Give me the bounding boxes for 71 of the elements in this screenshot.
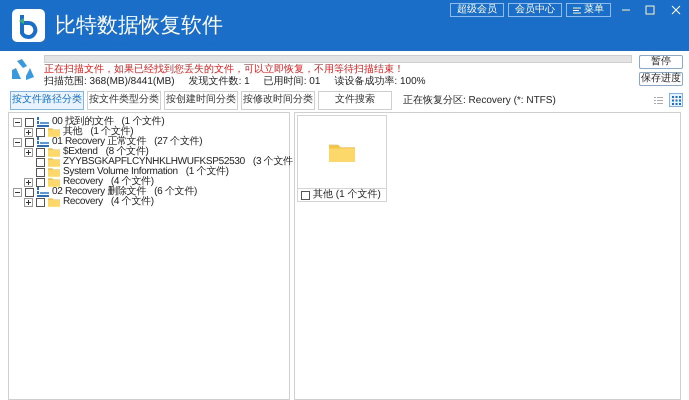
scan-stat: 发现文件数: 1: [188, 76, 250, 88]
tab[interactable]: 按文件路径分类: [10, 90, 84, 110]
app-logo-icon: [12, 9, 45, 42]
partition-label: 正在恢复分区: Recovery (*: NTFS): [403, 94, 556, 108]
close-icon[interactable]: [671, 5, 681, 15]
file-count: (27 个文件): [154, 137, 202, 147]
tab[interactable]: 按创建时间分类: [164, 90, 238, 110]
folder-icon: [48, 127, 60, 137]
file-count: (6 个文件): [154, 187, 198, 197]
file-card[interactable]: 其他 (1 个文件): [297, 115, 387, 202]
checkbox[interactable]: [36, 148, 45, 156]
checkbox[interactable]: [25, 118, 34, 126]
menu-icon: [573, 6, 581, 14]
checkbox[interactable]: [36, 198, 45, 206]
file-count: (1 个文件): [122, 117, 164, 127]
tab[interactable]: 文件搜索: [318, 90, 392, 110]
tab[interactable]: 按文件类型分类: [87, 90, 161, 110]
header-button[interactable]: 会员中心: [508, 3, 562, 17]
collapse-icon[interactable]: [13, 138, 22, 146]
drive-icon: [37, 187, 49, 197]
scan-stat: 扫描范围: 368(MB)/8441(MB): [44, 76, 175, 88]
tree-item-label[interactable]: Recovery: [63, 197, 103, 207]
tree-item-label[interactable]: System Volume Information: [63, 167, 178, 177]
file-count: (4 个文件): [110, 177, 154, 187]
file-label: 其他 (1 个文件): [313, 190, 381, 200]
folder-icon: [48, 177, 60, 187]
view-toggle[interactable]: [669, 93, 683, 107]
tree-item-label[interactable]: $Extend: [63, 147, 98, 157]
folder-icon: [328, 142, 355, 162]
expand-icon[interactable]: [24, 148, 33, 156]
tree-item-label[interactable]: ZYYBSGKAPFLCYNHKLHWUFKSP52530: [63, 157, 245, 167]
checkbox[interactable]: [36, 178, 45, 186]
maximize-icon[interactable]: [645, 5, 655, 15]
checkbox[interactable]: [36, 168, 45, 176]
grid-view-icon: [672, 96, 680, 104]
tree-item-label[interactable]: 01 Recovery 正常文件: [52, 137, 146, 147]
header-button[interactable]: 超级会员: [450, 3, 504, 17]
scan-warning: 正在扫描文件，如果已经找到您丢失的文件，可以立即恢复，不用等待扫描结束！: [44, 64, 405, 76]
checkbox[interactable]: [36, 128, 45, 136]
tree-item-label[interactable]: 02 Recovery 删除文件: [52, 187, 146, 197]
folder-icon: [48, 147, 60, 157]
folder-icon: [48, 157, 60, 167]
checkbox[interactable]: [25, 188, 34, 196]
collapse-icon[interactable]: [13, 188, 22, 196]
header-button[interactable]: 菜单: [566, 3, 611, 17]
tree-item-label[interactable]: 00 找到的文件: [52, 117, 114, 127]
file-count: (1 个文件): [90, 127, 134, 137]
file-count: (8 个文件): [106, 147, 149, 157]
folder-icon: [48, 167, 60, 177]
collapse-icon[interactable]: [13, 118, 22, 126]
tab[interactable]: 按修改时间分类: [241, 90, 315, 110]
folder-icon: [48, 197, 60, 207]
file-count: (4 个文件): [110, 197, 154, 207]
drive-icon: [37, 117, 49, 127]
tree-item-label[interactable]: 其他: [63, 127, 82, 137]
checkbox[interactable]: [36, 158, 45, 166]
expand-icon[interactable]: [24, 178, 33, 186]
tree-item-label[interactable]: Recovery: [63, 177, 103, 187]
window-title: 比特数据恢复软件: [55, 12, 223, 39]
checkbox[interactable]: [25, 138, 34, 146]
expand-icon[interactable]: [24, 128, 33, 136]
drive-icon: [37, 137, 49, 147]
list-view-icon: [654, 96, 662, 104]
file-count: (3 个文件: [252, 157, 293, 167]
expand-icon[interactable]: [24, 198, 33, 206]
scan-stat: 读设备成功率: 100%: [334, 76, 426, 88]
scan-stat: 已用时间: 01: [264, 76, 320, 88]
checkbox[interactable]: [301, 190, 310, 200]
action-button[interactable]: 保存进度: [639, 72, 683, 86]
action-button[interactable]: 暂停: [639, 55, 683, 69]
file-count: (1 个文件): [186, 167, 229, 177]
